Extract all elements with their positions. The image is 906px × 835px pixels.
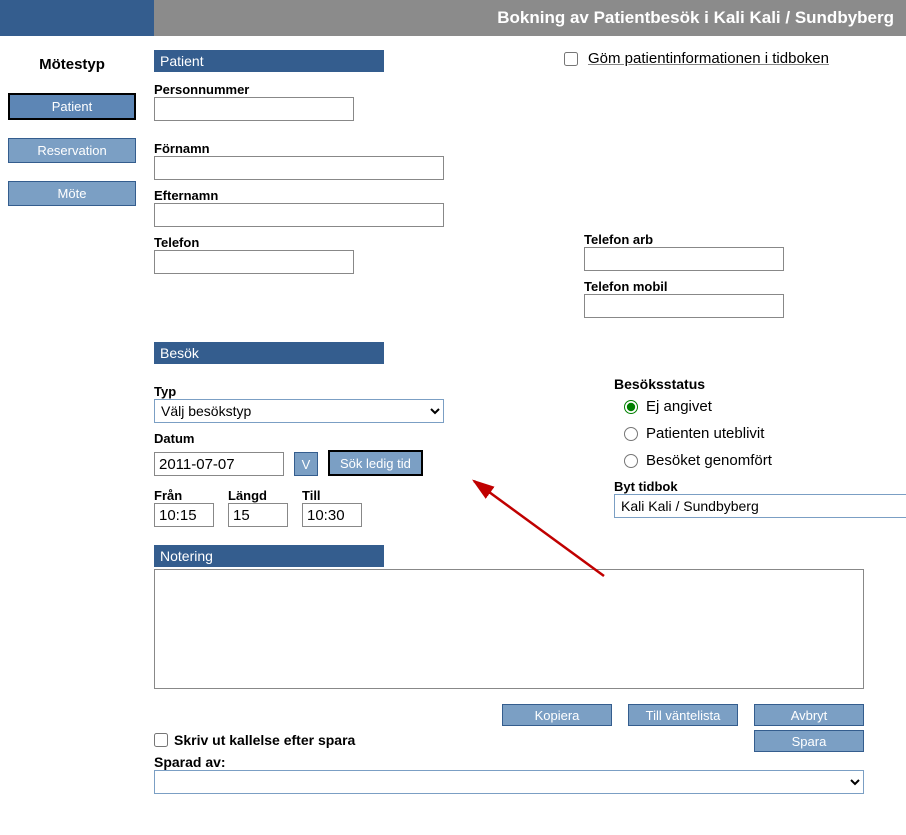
sidebar-item-mote[interactable]: Möte	[8, 181, 136, 206]
avbryt-button[interactable]: Avbryt	[754, 704, 864, 726]
telefon-label: Telefon	[154, 235, 524, 250]
personnummer-label: Personnummer	[154, 82, 524, 97]
till-input[interactable]	[302, 503, 362, 527]
spara-button[interactable]: Spara	[754, 730, 864, 752]
till-label: Till	[302, 488, 362, 503]
fran-label: Från	[154, 488, 214, 503]
section-head-patient: Patient	[154, 50, 384, 72]
langd-label: Längd	[228, 488, 288, 503]
personnummer-input[interactable]	[154, 97, 354, 121]
section-head-notering: Notering	[154, 545, 384, 567]
sparad-av-label: Sparad av:	[154, 754, 906, 770]
sidebar-item-patient[interactable]: Patient	[8, 93, 136, 120]
fran-input[interactable]	[154, 503, 214, 527]
section-head-besok: Besök	[154, 342, 384, 364]
efternamn-input[interactable]	[154, 203, 444, 227]
sidebar-item-reservation[interactable]: Reservation	[8, 138, 136, 163]
status-label-ej-angivet: Ej angivet	[646, 398, 712, 415]
page-title: Bokning av Patientbesök i Kali Kali / Su…	[154, 0, 906, 36]
langd-input[interactable]	[228, 503, 288, 527]
besoksstatus-title: Besöksstatus	[614, 376, 906, 392]
status-radio-uteblivit[interactable]	[624, 427, 638, 441]
sidebar-title: Mötestyp	[8, 56, 136, 73]
header-bar: Bokning av Patientbesök i Kali Kali / Su…	[0, 0, 906, 36]
telefon-input[interactable]	[154, 250, 354, 274]
byt-tidbok-select[interactable]: Kali Kali / Sundbyberg	[614, 494, 906, 518]
datum-input[interactable]	[154, 452, 284, 476]
header-left-block	[0, 0, 154, 36]
hide-patient-info-checkbox[interactable]	[564, 52, 578, 66]
status-label-genomfort: Besöket genomfört	[646, 452, 772, 469]
hide-patient-info-label: Göm patientinformationen i tidboken	[588, 50, 829, 67]
status-label-uteblivit: Patienten uteblivit	[646, 425, 764, 442]
telefon-mobil-label: Telefon mobil	[584, 279, 906, 294]
fornamn-input[interactable]	[154, 156, 444, 180]
skriv-ut-kallelse-checkbox[interactable]	[154, 733, 168, 747]
telefon-arb-input[interactable]	[584, 247, 784, 271]
sok-ledig-tid-button[interactable]: Sök ledig tid	[328, 450, 423, 476]
status-radio-ej-angivet[interactable]	[624, 400, 638, 414]
typ-label: Typ	[154, 384, 554, 399]
typ-select[interactable]: Välj besökstyp	[154, 399, 444, 423]
v-button[interactable]: V	[294, 452, 318, 476]
fornamn-label: Förnamn	[154, 141, 524, 156]
telefon-mobil-input[interactable]	[584, 294, 784, 318]
datum-label: Datum	[154, 431, 554, 446]
notering-textarea[interactable]	[154, 569, 864, 689]
sidebar: Mötestyp Patient Reservation Möte	[0, 36, 144, 804]
till-vantelista-button[interactable]: Till väntelista	[628, 704, 738, 726]
skriv-ut-kallelse-label: Skriv ut kallelse efter spara	[174, 732, 355, 748]
byt-tidbok-label: Byt tidbok	[614, 479, 906, 494]
status-radio-genomfort[interactable]	[624, 454, 638, 468]
telefon-arb-label: Telefon arb	[584, 232, 906, 247]
kopiera-button[interactable]: Kopiera	[502, 704, 612, 726]
efternamn-label: Efternamn	[154, 188, 524, 203]
sparad-av-select[interactable]	[154, 770, 864, 794]
